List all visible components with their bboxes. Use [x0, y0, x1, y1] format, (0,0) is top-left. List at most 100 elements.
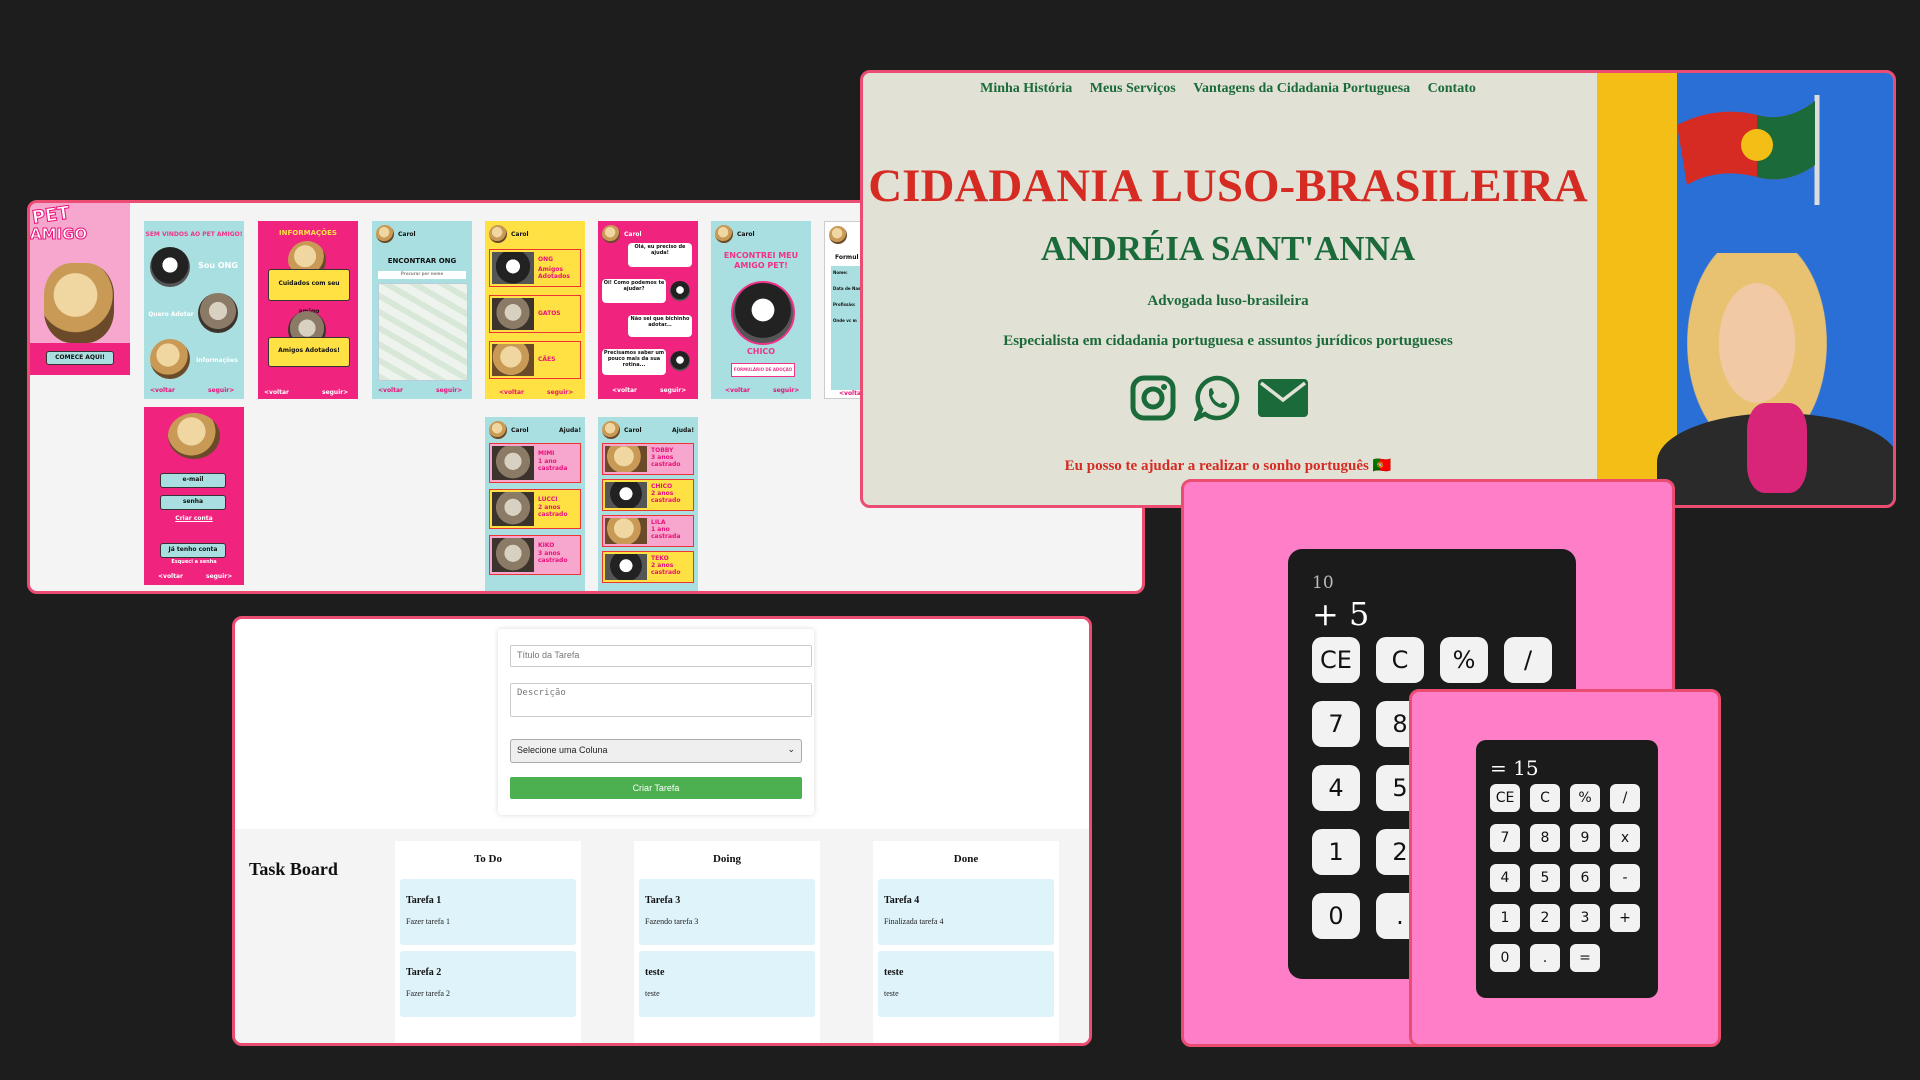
start-button[interactable]: COMECE AQUI! [46, 351, 114, 365]
avatar [489, 225, 507, 243]
column-doing: Doing Tarefa 3 Fazendo tarefa 3 teste te… [634, 841, 820, 1043]
email-field[interactable]: e-mail [160, 473, 226, 488]
cat-card[interactable]: LUCCI 2 anos castrado [489, 489, 581, 529]
back-link[interactable]: <voltar [378, 387, 403, 394]
whatsapp-icon[interactable] [1194, 375, 1240, 421]
task-form: Título da Tarefa Descrição Selecione uma… [498, 629, 814, 815]
next-link[interactable]: seguir> [660, 387, 686, 394]
back-link[interactable]: <voltar [158, 573, 183, 580]
category-dogs[interactable]: CÃES [489, 341, 581, 379]
dog-card[interactable]: LILA 1 ano castrada [602, 515, 694, 547]
quero-adotar-link[interactable]: Quero Adotar [146, 311, 196, 318]
key-equals[interactable]: = [1570, 944, 1600, 972]
key-ce[interactable]: CE [1490, 784, 1520, 812]
nav-vantagens[interactable]: Vantagens da Cidadania Portuguesa [1193, 81, 1410, 96]
key-percent[interactable]: % [1570, 784, 1600, 812]
category-ong[interactable]: ONG Amigos Adotados [489, 249, 581, 287]
adoption-form-button[interactable]: FORMULÁRIO DE ADOÇÃO [731, 363, 795, 377]
key-0[interactable]: 0 [1312, 893, 1360, 939]
nav-historia[interactable]: Minha História [980, 81, 1072, 96]
key-1[interactable]: 1 [1490, 904, 1520, 932]
key-4[interactable]: 4 [1312, 765, 1360, 811]
help-link[interactable]: Ajuda! [672, 427, 694, 434]
next-link[interactable]: seguir> [208, 387, 234, 394]
instagram-icon[interactable] [1130, 375, 1176, 421]
key-3[interactable]: 3 [1570, 904, 1600, 932]
key-decimal[interactable]: . [1530, 944, 1560, 972]
help-link[interactable]: Ajuda! [559, 427, 581, 434]
forgot-password-link[interactable]: Esqueci a senha [144, 559, 244, 565]
key-divide[interactable]: / [1610, 784, 1640, 812]
task-card[interactable]: Tarefa 1 Fazer tarefa 1 [400, 879, 576, 945]
form-field[interactable]: Onde vc m [833, 318, 857, 323]
key-5[interactable]: 5 [1530, 864, 1560, 892]
next-link[interactable]: seguir> [322, 389, 348, 396]
key-2[interactable]: 2 [1530, 904, 1560, 932]
back-link[interactable]: <voltar [499, 389, 524, 396]
key-c[interactable]: C [1530, 784, 1560, 812]
key-9[interactable]: 9 [1570, 824, 1600, 852]
key-c[interactable]: C [1376, 637, 1424, 683]
dog-photo [168, 413, 220, 459]
next-link[interactable]: seguir> [773, 387, 799, 394]
task-title-input[interactable]: Título da Tarefa [510, 645, 812, 667]
pet-dogs-list-frame: Carol Ajuda! TOBBY 3 anos castrado CHICO… [598, 417, 698, 591]
key-7[interactable]: 7 [1312, 701, 1360, 747]
pet-logo-amigo: AMIGO [30, 225, 88, 244]
back-link[interactable]: <voltar [725, 387, 750, 394]
key-minus[interactable]: - [1610, 864, 1640, 892]
task-card[interactable]: teste teste [639, 951, 815, 1017]
key-multiply[interactable]: x [1610, 824, 1640, 852]
password-field[interactable]: senha [160, 495, 226, 510]
key-plus[interactable]: + [1610, 904, 1640, 932]
next-link[interactable]: seguir> [547, 389, 573, 396]
key-4[interactable]: 4 [1490, 864, 1520, 892]
dog-card[interactable]: TOBBY 3 anos castrado [602, 443, 694, 475]
cat-card[interactable]: MIMI 1 ano castrada [489, 443, 581, 483]
create-account-link[interactable]: Criar conta [144, 515, 244, 522]
task-card[interactable]: Tarefa 2 Fazer tarefa 2 [400, 951, 576, 1017]
key-6[interactable]: 6 [1570, 864, 1600, 892]
email-icon[interactable] [1258, 379, 1308, 417]
task-card[interactable]: teste teste [878, 951, 1054, 1017]
informacoes-link[interactable]: Informações [192, 357, 242, 364]
care-button[interactable]: Cuidados com seu amigo [268, 269, 350, 315]
category-cats[interactable]: GATOS [489, 295, 581, 333]
nav-contato[interactable]: Contato [1428, 81, 1476, 96]
dog-card[interactable]: CHICO 2 anos castrado [602, 479, 694, 511]
form-field[interactable]: Profissão: [833, 302, 855, 307]
next-link[interactable]: seguir> [206, 573, 232, 580]
adopted-button[interactable]: Amigos Adotados! [268, 337, 350, 367]
have-account-button[interactable]: Já tenho conta [160, 543, 226, 558]
key-7[interactable]: 7 [1490, 824, 1520, 852]
cat-card[interactable]: KIKO 3 anos castrado [489, 535, 581, 575]
key-ce[interactable]: CE [1312, 637, 1360, 683]
back-link[interactable]: <voltar [264, 389, 289, 396]
form-field[interactable]: Data de Nasc [833, 286, 863, 291]
key-1[interactable]: 1 [1312, 829, 1360, 875]
key-8[interactable]: 8 [1530, 824, 1560, 852]
task-description-input[interactable]: Descrição [510, 683, 812, 717]
task-card[interactable]: Tarefa 4 Finalizada tarefa 4 [878, 879, 1054, 945]
form-field[interactable]: Nome: [833, 270, 848, 275]
create-task-button[interactable]: Criar Tarefa [510, 777, 802, 799]
column-select[interactable]: Selecione uma Coluna ⌄ [510, 739, 802, 763]
category-sub: Amigos Adotados [538, 266, 570, 280]
task-title: Tarefa 3 [645, 895, 681, 906]
nav-servicos[interactable]: Meus Serviços [1090, 81, 1176, 96]
map[interactable] [378, 283, 468, 381]
back-link[interactable]: <voltar [612, 387, 637, 394]
task-card[interactable]: Tarefa 3 Fazendo tarefa 3 [639, 879, 815, 945]
back-link[interactable]: <voltar [150, 387, 175, 394]
key-divide[interactable]: / [1504, 637, 1552, 683]
key-percent[interactable]: % [1440, 637, 1488, 683]
next-link[interactable]: seguir> [436, 387, 462, 394]
dog-card[interactable]: TEKO 2 anos castrado [602, 551, 694, 583]
key-0[interactable]: 0 [1490, 944, 1520, 972]
column-todo: To Do Tarefa 1 Fazer tarefa 1 Tarefa 2 F… [395, 841, 581, 1043]
cidadania-site: Minha História Meus Serviços Vantagens d… [860, 70, 1896, 508]
ong-search-input[interactable]: Procurar por nome [378, 271, 466, 279]
sou-ong-link[interactable]: Sou ONG [194, 261, 242, 270]
dog-photo [605, 554, 647, 580]
task-board-app: Título da Tarefa Descrição Selecione uma… [232, 616, 1092, 1046]
